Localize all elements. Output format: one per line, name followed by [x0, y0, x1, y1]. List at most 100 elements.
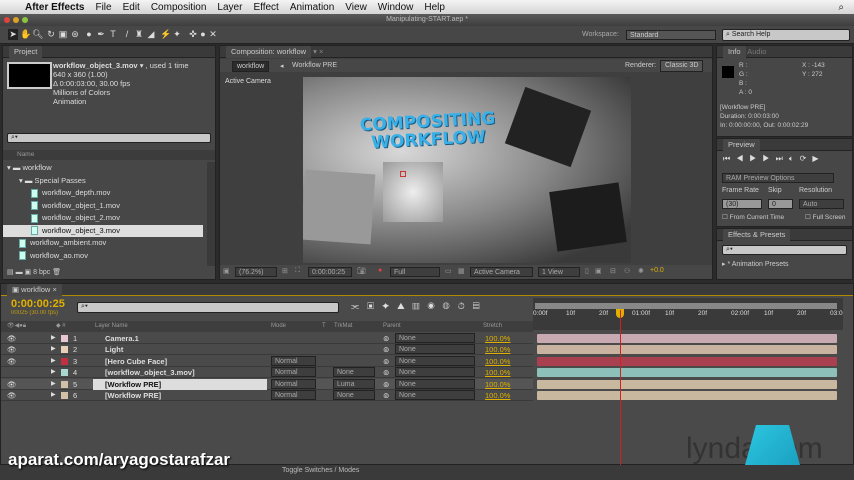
expand-arrow-icon[interactable]: ▶ — [51, 367, 56, 378]
work-area-bar[interactable] — [535, 303, 837, 309]
search-help-input[interactable]: ⌕ Search Help — [722, 29, 850, 41]
always-preview-icon[interactable]: ▣ — [223, 267, 230, 275]
stretch-value[interactable]: 100.0% — [485, 367, 510, 378]
exposure-value[interactable]: +0.0 — [650, 267, 664, 274]
safe-margins-icon[interactable]: ⊞ — [282, 267, 288, 275]
stretch-value[interactable]: 100.0% — [485, 379, 510, 390]
frame-blending-icon[interactable]: ▥ — [413, 301, 428, 311]
layer-row[interactable]: 👁︎ ▶ 1 Camera.1 ⊚ None 100.0% — [1, 333, 533, 344]
project-item[interactable]: workflow_ao.mov — [3, 250, 203, 262]
menu-window[interactable]: Window — [378, 2, 414, 13]
view-axis-icon[interactable]: ✕ — [208, 29, 218, 40]
new-folder-icon[interactable]: ▬ — [16, 269, 23, 276]
effects-search-input[interactable]: ⌕▾ — [722, 245, 847, 255]
menu-layer[interactable]: Layer — [217, 2, 242, 13]
stretch-value[interactable]: 100.0% — [485, 356, 510, 367]
frame-rate-select[interactable]: (30) — [722, 199, 762, 209]
interpret-footage-icon[interactable]: ▤ — [7, 269, 14, 276]
expand-arrow-icon[interactable]: ▶ — [51, 390, 56, 401]
from-current-time-checkbox[interactable]: ☐ From Current Time — [722, 213, 784, 221]
layer-row[interactable]: ▶ 4 [workflow_object_3.mov] Normal None … — [1, 367, 533, 379]
project-item[interactable]: workflow_object_3.mov — [3, 224, 203, 237]
timeline-search-input[interactable]: ⌕▾ — [77, 302, 339, 313]
channel-icon[interactable]: ● — [378, 267, 382, 274]
parent-select[interactable]: None — [395, 390, 475, 400]
layer-duration-bar[interactable] — [537, 379, 837, 389]
label-color-swatch[interactable] — [61, 357, 68, 365]
stretch-value[interactable]: 100.0% — [485, 390, 510, 401]
trash-icon[interactable]: 🗑︎ — [52, 269, 61, 276]
menu-composition[interactable]: Composition — [151, 2, 207, 13]
project-item[interactable]: ▾ ▬ Special Passes — [3, 175, 203, 187]
tab-effects-presets[interactable]: Effects & Presets — [723, 229, 791, 241]
parent-select[interactable]: None — [395, 378, 475, 389]
zoom-window-button[interactable] — [22, 17, 28, 23]
pixel-aspect-icon[interactable]: ▯ — [585, 267, 589, 275]
draft-3d-icon[interactable]: ✦ — [382, 301, 397, 311]
visibility-eye-icon[interactable]: 👁︎ — [7, 356, 17, 367]
project-item[interactable]: workflow_depth.mov — [3, 187, 203, 199]
visibility-eye-icon[interactable]: 👁︎ — [7, 390, 17, 401]
view-layout-select[interactable]: 1 View — [538, 267, 580, 277]
world-axis-icon[interactable]: ● — [198, 29, 208, 40]
graph-editor-icon[interactable]: ▤ — [473, 301, 488, 311]
live-update-icon[interactable]: ▣ — [367, 301, 382, 311]
menu-help[interactable]: Help — [424, 2, 445, 13]
minimize-window-button[interactable] — [13, 17, 19, 23]
column-name[interactable]: Name — [3, 150, 215, 160]
loop-icon[interactable]: ⟳ — [800, 154, 813, 163]
visibility-eye-icon[interactable]: 👁︎ — [7, 333, 17, 344]
label-color-swatch[interactable] — [61, 369, 68, 377]
menu-effect[interactable]: Effect — [253, 2, 278, 13]
col-t[interactable]: T — [322, 321, 326, 332]
timeline-timecode[interactable]: 0:00:00:25 — [11, 298, 65, 310]
workspace-select[interactable]: Standard — [626, 30, 716, 40]
pen-tool-icon[interactable]: ✒ — [96, 29, 106, 40]
layer-row[interactable]: 👁︎ ▶ 6 [Workflow PRE] Normal None ⊚ None… — [1, 390, 533, 401]
blend-mode-select[interactable]: Normal — [271, 378, 316, 389]
menu-view[interactable]: View — [345, 2, 367, 13]
renderer-button[interactable]: Classic 3D — [660, 60, 704, 72]
axis-mode-icon[interactable]: ✜ — [188, 29, 198, 40]
tab-audio[interactable]: Audio — [747, 47, 766, 56]
project-item[interactable]: workflow_ambient.mov — [3, 237, 203, 249]
parent-pickwhip-icon[interactable]: ⊚ — [383, 390, 389, 401]
composition-viewer[interactable]: COMPOSITING WORKFLOW — [303, 77, 631, 263]
parent-select[interactable]: None — [395, 333, 475, 343]
camera-tool-icon[interactable]: ▣ — [58, 29, 68, 40]
playhead-line[interactable] — [620, 310, 621, 466]
resolution-select[interactable]: Auto — [799, 199, 844, 209]
parent-pickwhip-icon[interactable]: ⊚ — [383, 356, 389, 367]
tab-timeline-workflow[interactable]: ▣ workflow × — [7, 284, 62, 296]
layer-duration-bar[interactable] — [537, 368, 837, 378]
stretch-value[interactable]: 100.0% — [485, 333, 510, 344]
layer-name[interactable]: [Workflow PRE] — [93, 390, 267, 401]
brainstorm-icon[interactable]: ◍ — [443, 301, 458, 311]
close-window-button[interactable] — [4, 17, 10, 23]
menu-animation[interactable]: Animation — [290, 2, 334, 13]
layer-duration-bar[interactable] — [537, 334, 837, 343]
toggle-switches-modes-button[interactable]: Toggle Switches / Modes — [282, 467, 359, 474]
hide-shy-icon[interactable]: ⛰ — [397, 301, 413, 311]
selection-tool-icon[interactable]: ➤ — [8, 29, 18, 40]
tab-info[interactable]: Info — [723, 46, 746, 58]
label-color-swatch[interactable] — [61, 346, 68, 354]
mask-tool-icon[interactable]: ● — [84, 29, 94, 40]
eraser-tool-icon[interactable]: ◢ — [146, 29, 156, 40]
layer-row[interactable]: 👁︎ ▶ 5 [Workflow PRE] Normal Luma ⊚ None… — [1, 378, 533, 390]
resolution-select[interactable]: Full — [390, 267, 440, 277]
label-color-swatch[interactable] — [61, 392, 68, 399]
spotlight-icon[interactable]: ⌕ — [838, 2, 844, 13]
camera-view-select[interactable]: Active Camera — [470, 267, 533, 277]
layer-name[interactable]: [Hero Cube Face] — [93, 356, 267, 367]
stretch-value[interactable]: 100.0% — [485, 344, 510, 355]
type-tool-icon[interactable]: T — [108, 29, 118, 40]
breadcrumb-workflow[interactable]: workflow — [232, 61, 270, 72]
flowchart-icon[interactable]: ⚇ — [624, 267, 630, 275]
prev-frame-icon[interactable]: ◀ — [736, 154, 749, 163]
expand-arrow-icon[interactable]: ▶ — [51, 379, 56, 390]
parent-pickwhip-icon[interactable]: ⊚ — [383, 333, 389, 344]
col-trkmat[interactable]: TrkMat — [334, 321, 352, 332]
parent-select[interactable]: None — [395, 355, 475, 366]
layer-duration-bar[interactable] — [537, 345, 837, 355]
